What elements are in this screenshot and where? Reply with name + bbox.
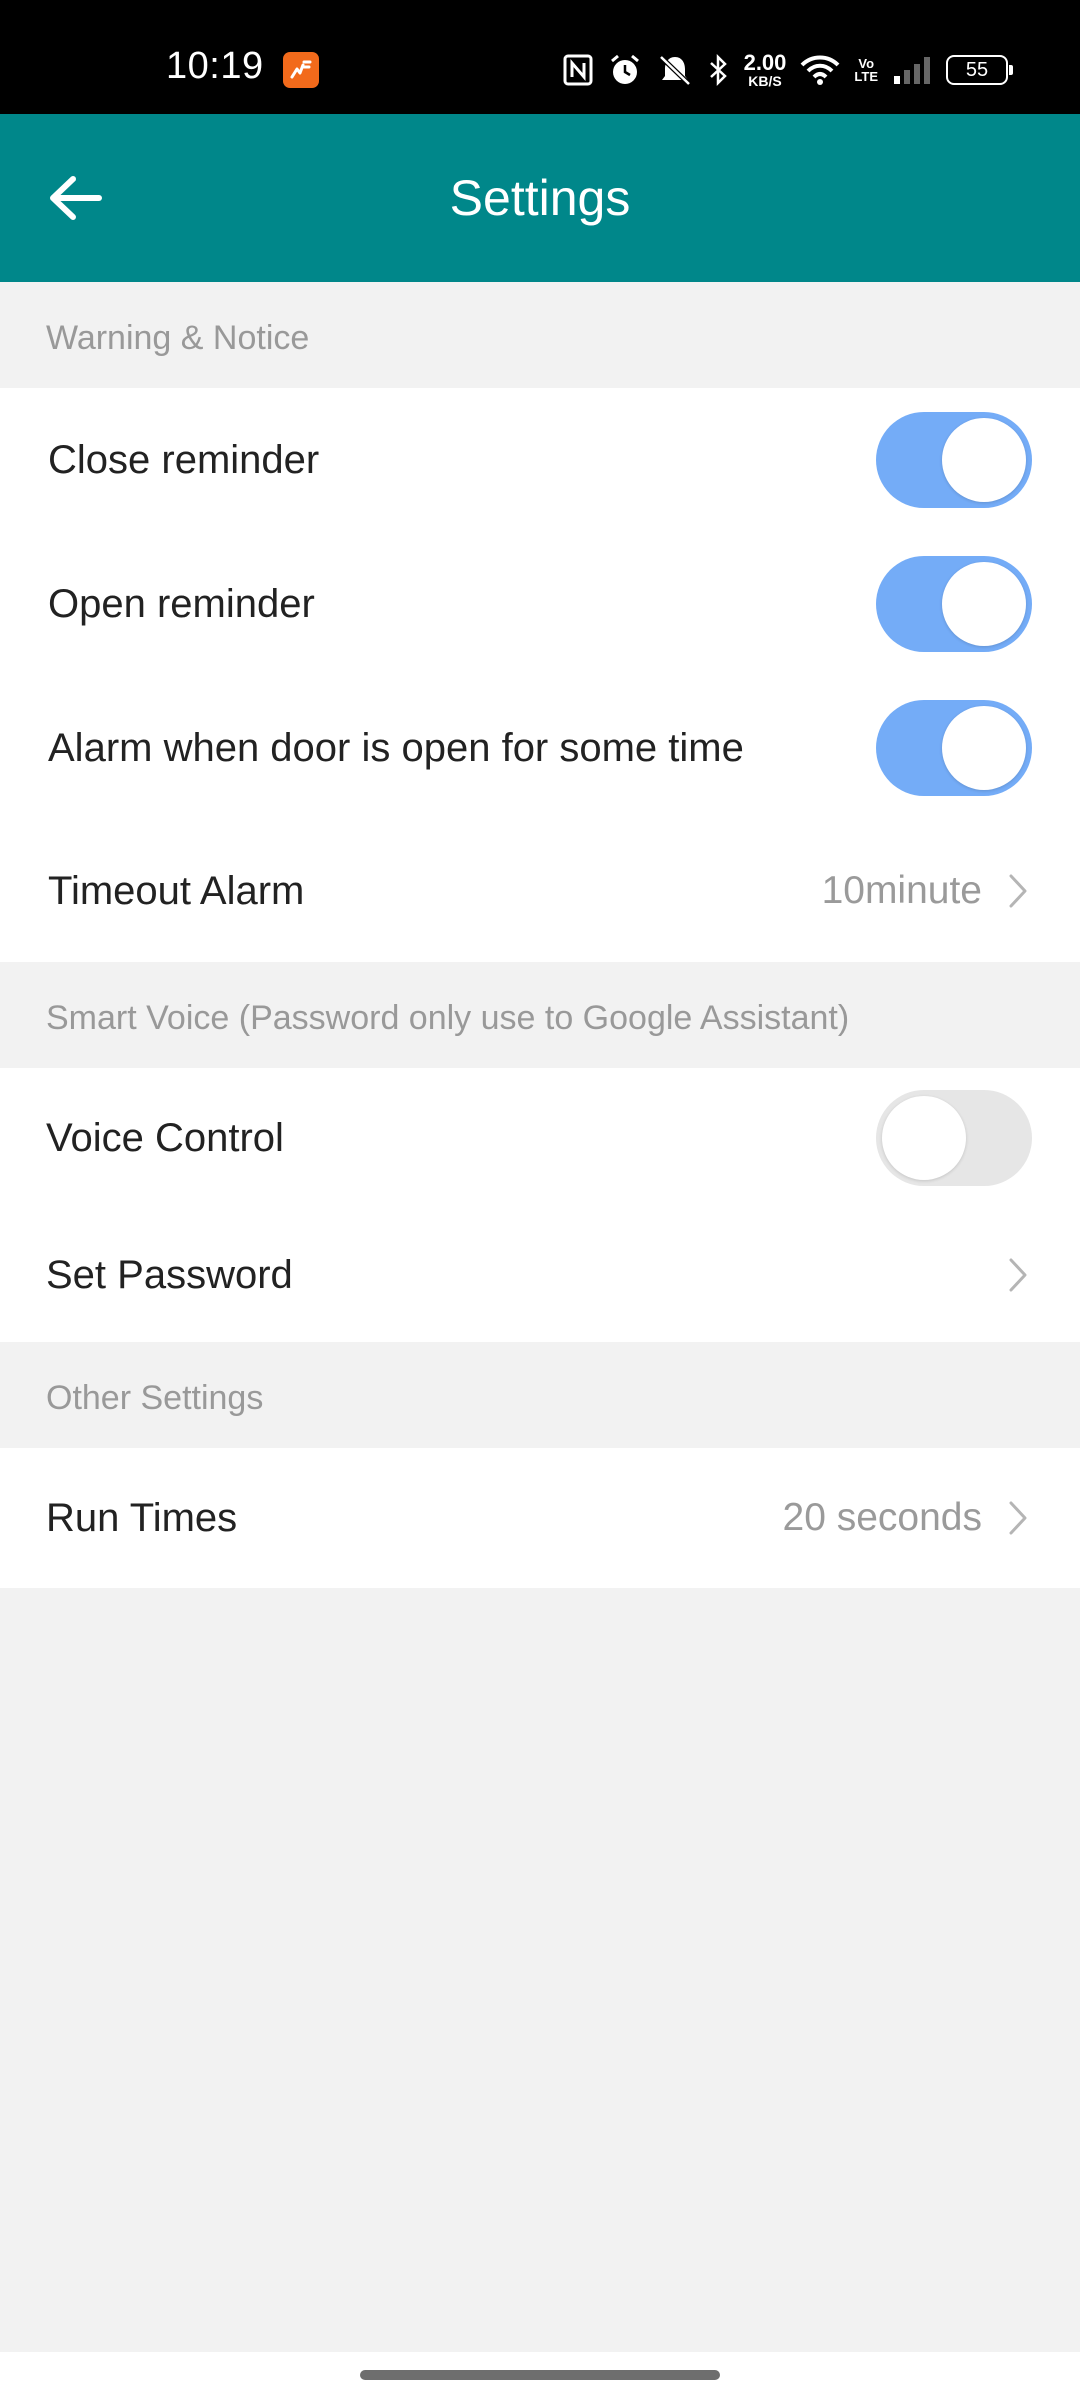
timeout-alarm-value: 10minute — [821, 869, 982, 912]
toggle-knob — [942, 562, 1026, 646]
close-reminder-row: Close reminder — [0, 388, 1080, 532]
back-arrow-icon — [50, 176, 102, 220]
mute-icon — [656, 53, 694, 87]
network-speed: 2.00 KB/S — [743, 50, 787, 89]
voice-control-toggle[interactable] — [876, 1090, 1032, 1186]
chevron-right-icon — [1009, 1501, 1027, 1535]
battery-level: 55 — [965, 58, 989, 81]
bluetooth-icon — [708, 53, 730, 87]
app-bar: Settings — [0, 114, 1080, 282]
chevron-right-icon — [1009, 874, 1027, 908]
network-speed-unit: KB/S — [748, 73, 782, 89]
open-reminder-label: Open reminder — [48, 581, 315, 626]
home-indicator[interactable] — [360, 2370, 720, 2380]
open-reminder-row: Open reminder — [0, 532, 1080, 676]
timeout-alarm-row[interactable]: Timeout Alarm 10minute — [0, 820, 1080, 962]
run-times-label: Run Times — [46, 1495, 238, 1540]
close-reminder-toggle[interactable] — [876, 412, 1032, 508]
nfc-icon — [562, 53, 594, 87]
set-password-row[interactable]: Set Password — [0, 1208, 1080, 1342]
voice-control-row: Voice Control — [0, 1068, 1080, 1208]
toggle-knob — [942, 706, 1026, 790]
signal-icon — [892, 54, 932, 86]
wifi-icon — [800, 54, 840, 86]
status-icons: 2.00 KB/S Vo LTE 55 — [562, 48, 1013, 92]
settings-content: Warning & Notice Close reminder Open rem… — [0, 282, 1080, 1588]
set-password-label: Set Password — [46, 1252, 293, 1297]
toggle-knob — [942, 418, 1026, 502]
close-reminder-label: Close reminder — [48, 437, 320, 482]
page-title: Settings — [449, 170, 631, 226]
open-reminder-toggle[interactable] — [876, 556, 1032, 652]
door-alarm-toggle[interactable] — [876, 700, 1032, 796]
back-button[interactable] — [30, 158, 120, 238]
warning-group: Close reminder Open reminder Alarm when … — [0, 388, 1080, 962]
voice-control-label: Voice Control — [46, 1115, 284, 1160]
timeout-alarm-label: Timeout Alarm — [48, 868, 305, 913]
app-notification-icon — [283, 52, 319, 88]
door-alarm-row: Alarm when door is open for some time — [0, 676, 1080, 820]
volte-bottom: LTE — [854, 69, 878, 84]
other-group: Run Times 20 seconds — [0, 1448, 1080, 1588]
run-times-value: 20 seconds — [782, 1496, 982, 1539]
gesture-nav-bar — [0, 2352, 1080, 2400]
section-header-smart-voice: Smart Voice (Password only use to Google… — [46, 999, 850, 1037]
status-bar: 10:19 2.00 KB/S Vo LTE 55 — [0, 0, 1080, 114]
section-header-warning: Warning & Notice — [46, 319, 310, 357]
battery-icon: 55 — [946, 55, 1013, 85]
volte-icon: Vo LTE — [854, 57, 878, 83]
section-header-other: Other Settings — [46, 1379, 264, 1417]
alarm-clock-icon — [608, 53, 642, 87]
toggle-knob — [882, 1096, 966, 1180]
chevron-right-icon — [1009, 1258, 1027, 1292]
network-speed-value: 2.00 — [743, 50, 787, 75]
status-time: 10:19 — [166, 45, 264, 87]
door-alarm-label: Alarm when door is open for some time — [48, 725, 744, 770]
smart-voice-group: Voice Control Set Password — [0, 1068, 1080, 1342]
run-times-row[interactable]: Run Times 20 seconds — [0, 1448, 1080, 1588]
